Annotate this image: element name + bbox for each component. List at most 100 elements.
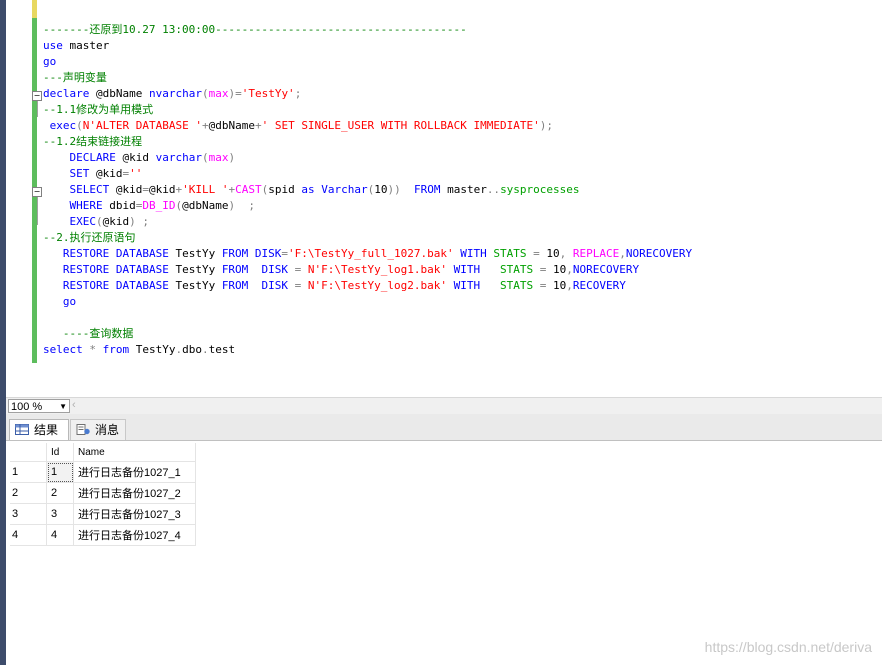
cell-name[interactable]: 进行日志备份1027_3 <box>73 503 196 525</box>
scroll-left-icon[interactable]: ‹ <box>72 399 76 411</box>
code-token: = <box>294 263 308 276</box>
results-grid-panel: Id Name 1 1 进行日志备份1027_1 2 2 进行日志备份1027_… <box>6 440 882 666</box>
code-line[interactable]: declare @dbName nvarchar(max)='TestYy'; <box>43 86 692 102</box>
row-number[interactable]: 1 <box>10 461 47 483</box>
row-number[interactable]: 2 <box>10 482 47 504</box>
code-token: = <box>294 279 308 292</box>
code-line[interactable]: RESTORE DATABASE TestYy FROM DISK = N'F:… <box>43 262 692 278</box>
editor-status-bar: 100 % ▼ ‹ <box>6 397 882 415</box>
code-token: RESTORE DATABASE <box>43 263 176 276</box>
row-number[interactable]: 4 <box>10 524 47 546</box>
table-row[interactable]: 4 4 进行日志备份1027_4 <box>10 524 196 546</box>
code-line[interactable]: --2.执行还原语句 <box>43 230 692 246</box>
code-token: ---声明变量 <box>43 71 107 84</box>
code-token: @kid <box>109 183 143 196</box>
tab-results-label: 结果 <box>34 423 59 437</box>
watermark: https://blog.csdn.net/deriva <box>704 639 872 655</box>
row-number[interactable]: 3 <box>10 503 47 525</box>
code-token: WHERE <box>43 199 103 212</box>
grid-corner[interactable] <box>10 443 47 462</box>
cell-name[interactable]: 进行日志备份1027_4 <box>73 524 196 546</box>
code-token: master <box>62 39 110 52</box>
code-token: --2.执行还原语句 <box>43 231 136 244</box>
code-token: FROM DISK <box>221 263 295 276</box>
code-token: TestYy <box>175 279 222 292</box>
code-token: @kid <box>115 151 156 164</box>
code-token: N'ALTER DATABASE ' <box>82 119 202 132</box>
code-token: )= <box>228 87 242 100</box>
sql-code[interactable]: -------还原到10.27 13:00:00----------------… <box>43 22 692 358</box>
code-line[interactable]: EXEC(@kid) ; <box>43 214 692 230</box>
code-line[interactable]: SET @kid='' <box>43 166 692 182</box>
code-token: ( <box>201 151 209 164</box>
code-line[interactable]: go <box>43 54 692 70</box>
cell-name[interactable]: 进行日志备份1027_1 <box>73 461 196 483</box>
code-line[interactable]: RESTORE DATABASE TestYy FROM DISK = 'F:\Te… <box>43 246 692 262</box>
code-line[interactable]: RESTORE DATABASE TestYy FROM DISK = N'F:… <box>43 278 692 294</box>
code-token: FROM DISK <box>221 279 295 292</box>
code-line[interactable]: DECLARE @kid varchar(max) <box>43 150 692 166</box>
code-token: master <box>440 183 487 196</box>
code-token: TestYy <box>129 343 176 356</box>
code-token: . <box>201 343 209 356</box>
code-token: FROM DISK <box>221 247 282 260</box>
cell-id[interactable]: 4 <box>46 524 74 546</box>
table-row[interactable]: 3 3 进行日志备份1027_3 <box>10 503 196 525</box>
code-token: ( <box>76 119 83 132</box>
code-token: RESTORE DATABASE <box>43 279 176 292</box>
cell-id[interactable]: 3 <box>46 503 74 525</box>
code-token: dbid <box>102 199 136 212</box>
zoom-dropdown[interactable]: 100 % ▼ <box>8 399 70 413</box>
code-token: EXEC <box>43 215 96 228</box>
code-line[interactable]: ----查询数据 <box>43 326 692 342</box>
code-token: @kid <box>102 215 130 228</box>
table-row[interactable]: 2 2 进行日志备份1027_2 <box>10 482 196 504</box>
cell-id[interactable]: 1 <box>46 461 74 483</box>
tab-messages-label: 消息 <box>95 423 120 437</box>
code-token: DB_ID <box>142 199 176 212</box>
messages-icon <box>76 424 90 435</box>
tab-results[interactable]: 结果 <box>9 419 69 440</box>
code-line[interactable] <box>43 310 692 326</box>
column-header-name[interactable]: Name <box>73 443 196 462</box>
code-line[interactable]: use master <box>43 38 692 54</box>
code-token: STATS <box>499 263 534 276</box>
collapse-toggle[interactable]: − <box>32 187 42 197</box>
code-token: CAST <box>235 183 262 196</box>
code-token: = <box>533 263 553 276</box>
code-line[interactable]: WHERE dbid=DB_ID(@dbName) ; <box>43 198 692 214</box>
code-token: @dbName <box>182 199 229 212</box>
code-line[interactable]: go <box>43 294 692 310</box>
code-token: ( <box>95 215 103 228</box>
grid-icon <box>15 424 29 435</box>
cell-id[interactable]: 2 <box>46 482 74 504</box>
code-line[interactable]: SELECT @kid=@kid+'KILL '+CAST(spid as Va… <box>43 182 692 198</box>
code-line[interactable]: exec(N'ALTER DATABASE '+@dbName+' SET SI… <box>43 118 692 134</box>
code-token: go <box>43 295 77 308</box>
code-token: .. <box>486 183 501 196</box>
tab-messages[interactable]: 消息 <box>70 419 126 440</box>
code-line[interactable]: --1.1修改为单用模式 <box>43 102 692 118</box>
column-header-id[interactable]: Id <box>46 443 74 462</box>
code-line[interactable]: -------还原到10.27 13:00:00----------------… <box>43 22 692 38</box>
results-grid: Id Name 1 1 进行日志备份1027_1 2 2 进行日志备份1027_… <box>10 443 196 546</box>
code-token: nvarchar <box>148 87 202 100</box>
code-token: --1.2结束链接进程 <box>43 135 143 148</box>
table-row[interactable]: 1 1 进行日志备份1027_1 <box>10 461 196 483</box>
code-line[interactable]: select * from TestYy.dbo.test <box>43 342 692 358</box>
code-token: WITH <box>447 279 500 292</box>
grid-header-row: Id Name <box>10 443 196 462</box>
code-line[interactable]: ---声明变量 <box>43 70 692 86</box>
chevron-down-icon: ▼ <box>59 402 67 411</box>
code-token: 10 <box>546 247 560 260</box>
code-token: TestYy <box>175 247 222 260</box>
code-token: NORECOVERY <box>625 247 693 260</box>
code-line[interactable]: --1.2结束链接进程 <box>43 134 692 150</box>
code-token: = <box>526 247 547 260</box>
code-token: ) <box>228 151 236 164</box>
cell-name[interactable]: 进行日志备份1027_2 <box>73 482 196 504</box>
code-token: max <box>208 87 229 100</box>
collapse-toggle[interactable]: − <box>32 91 42 101</box>
code-token: ); <box>539 119 553 132</box>
query-editor[interactable]: − − -------还原到10.27 13:00:00------------… <box>6 0 882 398</box>
